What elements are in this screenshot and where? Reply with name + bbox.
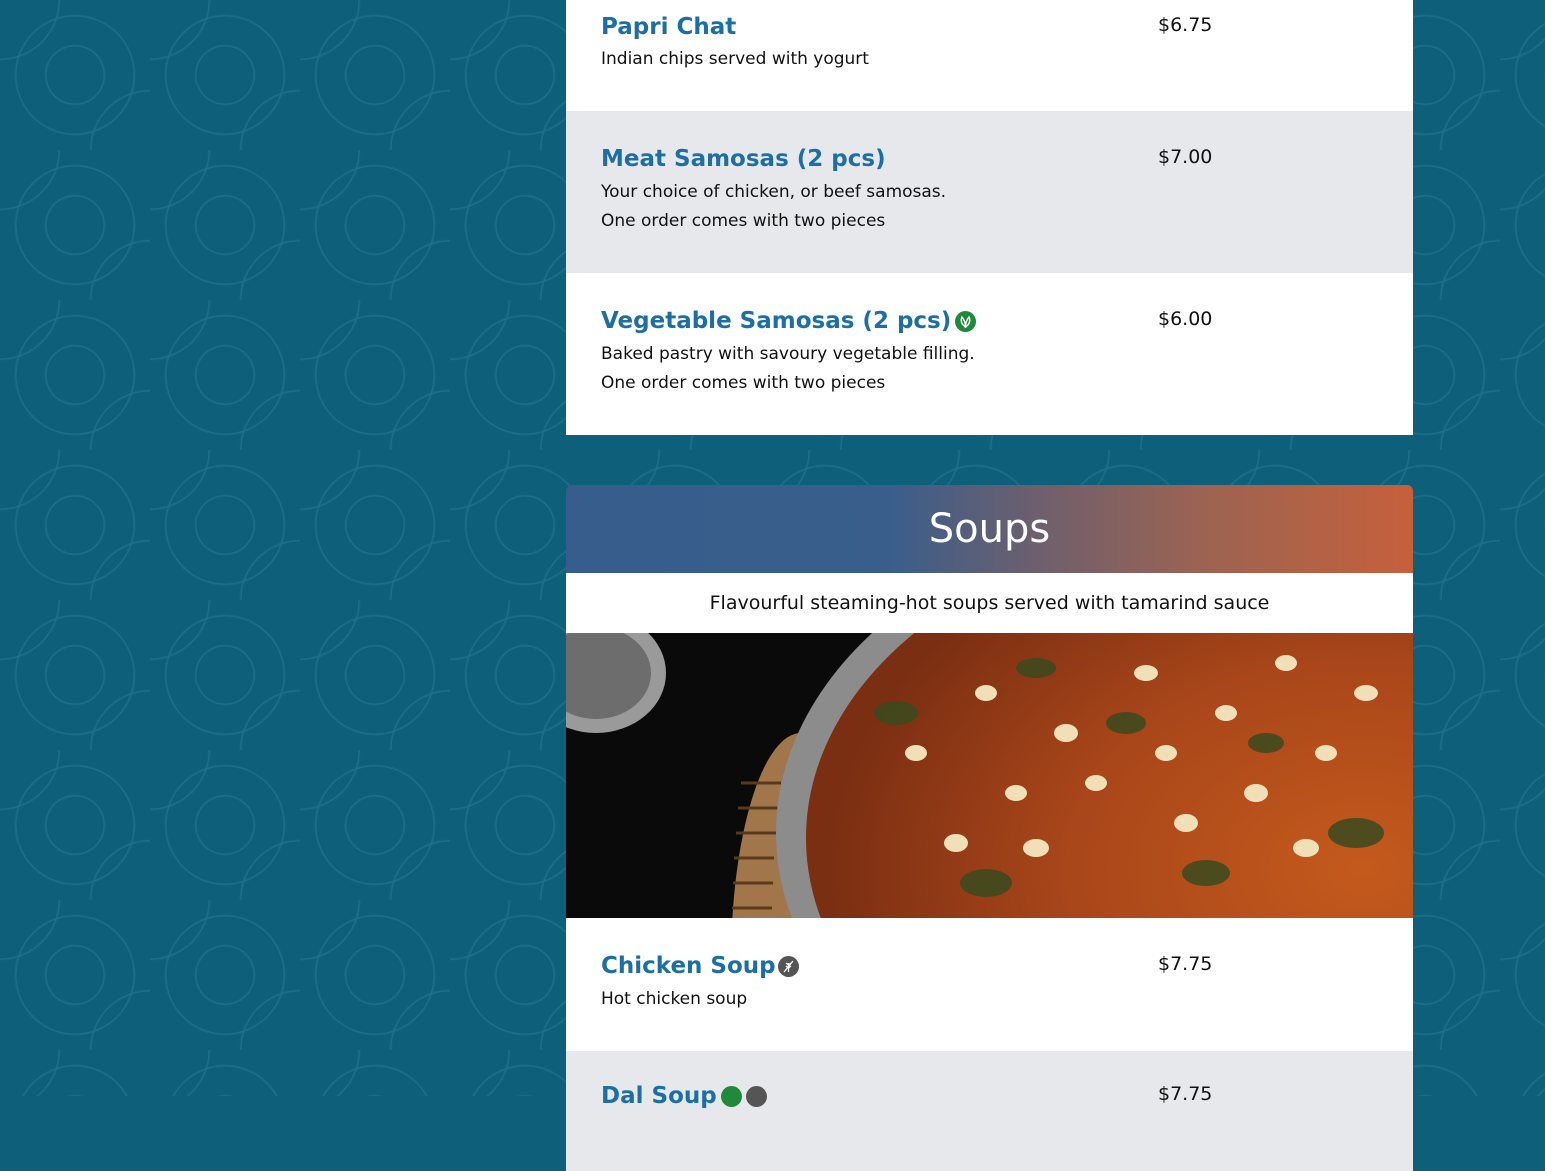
item-name: Vegetable Samosas (2 pcs) [601, 308, 952, 334]
item-price: $7.75 [1158, 1083, 1213, 1105]
item-price: $7.00 [1158, 146, 1213, 168]
section-header-soups: Soups [566, 485, 1413, 573]
vegetarian-icon [720, 1085, 742, 1107]
soup-photo-graphic [566, 633, 1413, 918]
menu-item-vegetable-samosas[interactable]: Vegetable Samosas (2 pcs) $6.00 Baked pa… [566, 273, 1413, 435]
item-name-row: Chicken Soup [601, 953, 799, 979]
item-name-row: Dal Soup [601, 1083, 767, 1109]
gluten-free-icon [745, 1085, 767, 1107]
item-description-line: Your choice of chicken, or beef samosas. [601, 182, 947, 202]
item-name: Dal Soup [601, 1083, 717, 1109]
menu-item-chicken-soup[interactable]: Chicken Soup $7.75 Hot chicken soup [566, 918, 1413, 1051]
vegetarian-icon [955, 310, 977, 332]
item-name: Meat Samosas (2 pcs) [601, 146, 886, 172]
item-description-line: One order comes with two pieces [601, 373, 886, 393]
menu-item-papri-chat[interactable]: Papri Chat $6.75 Indian chips served wit… [566, 0, 1413, 111]
menu-item-dal-soup[interactable]: Dal Soup $7.75 [566, 1051, 1413, 1171]
section-title: Soups [928, 506, 1051, 552]
item-description-line: One order comes with two pieces [601, 211, 886, 231]
item-name: Papri Chat [601, 14, 737, 40]
item-description-line: Baked pastry with savoury vegetable fill… [601, 344, 975, 364]
item-price: $6.75 [1158, 14, 1213, 36]
item-description: Your choice of chicken, or beef samosas.… [601, 178, 946, 236]
section-subtitle: Flavourful steaming-hot soups served wit… [566, 573, 1413, 633]
item-price: $7.75 [1158, 953, 1213, 975]
item-description: Baked pastry with savoury vegetable fill… [601, 340, 975, 398]
gluten-free-icon [777, 955, 799, 977]
soup-photo [566, 633, 1413, 918]
item-name: Chicken Soup [601, 953, 776, 979]
item-description: Hot chicken soup [601, 989, 748, 1009]
item-price: $6.00 [1158, 308, 1213, 330]
item-name-row: Vegetable Samosas (2 pcs) [601, 308, 977, 334]
menu-column: Papri Chat $6.75 Indian chips served wit… [566, 0, 1413, 1171]
section-subtitle-text: Flavourful steaming-hot soups served wit… [709, 592, 1270, 614]
item-description: Indian chips served with yogurt [601, 49, 869, 69]
menu-item-meat-samosas[interactable]: Meat Samosas (2 pcs) $7.00 Your choice o… [566, 111, 1413, 273]
